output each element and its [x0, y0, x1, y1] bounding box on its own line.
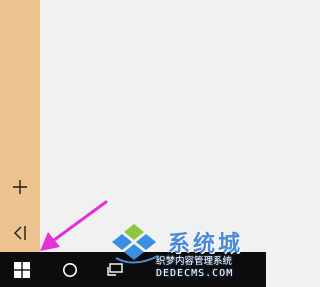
start-button[interactable] [0, 252, 44, 287]
start-menu-content [40, 0, 266, 252]
plus-icon [13, 180, 27, 194]
start-menu-rail [0, 0, 40, 252]
collapse-left-icon [14, 226, 26, 240]
watermark-subtitle: 织梦内容管理系统 [156, 256, 233, 267]
windows-logo-icon [14, 261, 30, 278]
add-button[interactable] [0, 170, 40, 204]
collapse-button[interactable] [0, 216, 40, 250]
cortana-search-button[interactable] [48, 252, 92, 287]
watermark: 系统城 织梦内容管理系统 DEDECMS.COM [112, 218, 266, 287]
cortana-circle-icon [63, 262, 77, 277]
watermark-domain: DEDECMS.COM [156, 268, 234, 279]
